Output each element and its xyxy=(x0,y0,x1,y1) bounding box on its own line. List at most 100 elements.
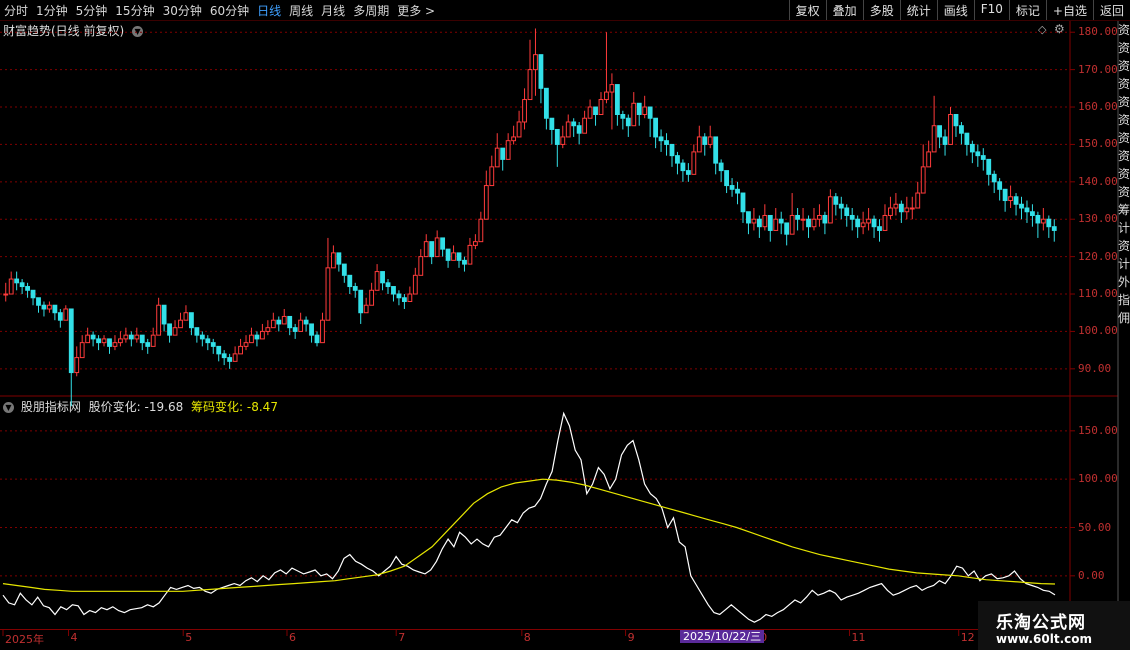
candle xyxy=(1035,211,1041,238)
candle xyxy=(527,39,533,101)
candle xyxy=(751,208,757,231)
watermark: 乐淘公式网 www.60lt.com xyxy=(978,601,1130,650)
candle xyxy=(604,32,609,104)
candle xyxy=(30,289,36,306)
y-tick-label: 140.00 xyxy=(1078,174,1118,188)
candle xyxy=(980,148,986,171)
right-strip-char: 计 xyxy=(1118,221,1130,235)
candle xyxy=(756,215,762,238)
x-tick-label: 7 xyxy=(398,631,406,644)
candle xyxy=(265,320,271,336)
candle xyxy=(849,208,855,231)
candle xyxy=(418,249,424,276)
x-tick-label: 11 xyxy=(851,631,866,644)
candle xyxy=(942,129,948,156)
candle xyxy=(664,133,669,156)
candle xyxy=(221,350,227,366)
candle xyxy=(948,107,953,145)
candle xyxy=(522,88,527,130)
candle xyxy=(554,128,560,167)
candle xyxy=(41,301,47,317)
candle xyxy=(822,211,828,235)
candle xyxy=(767,214,773,242)
kline-chart[interactable] xyxy=(0,0,1130,650)
y-tick-label: 180.00 xyxy=(1078,25,1118,39)
candle xyxy=(396,290,402,306)
candle xyxy=(309,323,314,343)
candle xyxy=(270,312,276,329)
candle xyxy=(407,286,413,302)
right-strip-char: 资 xyxy=(1118,23,1130,37)
right-strip-char: 资 xyxy=(1118,113,1130,127)
candle xyxy=(975,144,981,167)
candle xyxy=(85,327,91,344)
candle xyxy=(90,331,96,347)
candle xyxy=(789,193,795,235)
candle xyxy=(298,312,304,332)
candle xyxy=(625,114,631,137)
y-tick-label: 110.00 xyxy=(1078,287,1118,301)
right-strip-char: 资 xyxy=(1118,185,1130,199)
right-strip-char: 筹 xyxy=(1118,203,1130,217)
candle xyxy=(844,204,850,227)
candle xyxy=(134,327,140,343)
candle xyxy=(227,353,233,369)
candle xyxy=(576,121,582,145)
candle xyxy=(232,346,238,362)
candle xyxy=(330,245,336,269)
candle xyxy=(167,323,172,343)
candle xyxy=(543,87,549,130)
candle xyxy=(778,211,784,235)
right-strip-char: 资 xyxy=(1118,239,1130,253)
candle xyxy=(178,312,183,329)
candle xyxy=(183,305,189,321)
candle xyxy=(36,297,41,313)
candle xyxy=(440,237,446,257)
candle xyxy=(68,308,74,407)
candle xyxy=(1051,219,1057,242)
cursor-date: 2025/10/22/三 xyxy=(680,630,765,643)
right-info-strip: 资资资资资资资资资资筹计资计外指佣 xyxy=(1118,21,1130,629)
candle xyxy=(210,338,216,354)
candle xyxy=(325,237,331,321)
candle xyxy=(860,211,866,235)
candle xyxy=(811,208,817,231)
y-tick-label: 120.00 xyxy=(1078,249,1118,263)
candle xyxy=(838,196,844,220)
candle xyxy=(565,114,571,138)
candle xyxy=(412,267,418,295)
candle xyxy=(647,106,653,137)
right-strip-char: 资 xyxy=(1118,149,1130,163)
candle xyxy=(3,282,9,302)
candle xyxy=(352,282,358,298)
candle xyxy=(1002,188,1008,212)
x-tick-label: 5 xyxy=(185,631,193,644)
candle xyxy=(243,335,249,351)
candle xyxy=(806,215,811,238)
candle xyxy=(888,196,893,220)
candle xyxy=(691,144,697,175)
candle xyxy=(893,193,899,216)
candle xyxy=(593,106,598,126)
candle xyxy=(735,181,740,205)
candle xyxy=(533,28,538,96)
candle xyxy=(287,315,293,336)
candle xyxy=(713,136,719,175)
candle xyxy=(931,95,937,153)
candle xyxy=(762,204,768,231)
candle xyxy=(866,208,872,231)
candle xyxy=(483,170,489,220)
candle xyxy=(347,274,353,295)
candle xyxy=(773,208,779,231)
candle xyxy=(516,110,522,138)
right-strip-char: 指 xyxy=(1118,293,1130,307)
candle xyxy=(25,282,30,298)
right-strip-char: 计 xyxy=(1118,257,1130,271)
candle xyxy=(363,297,369,314)
candle xyxy=(47,301,52,313)
candle xyxy=(14,271,20,291)
candle xyxy=(800,208,806,231)
candle xyxy=(953,114,959,137)
candle xyxy=(139,334,145,351)
right-strip-char: 资 xyxy=(1118,131,1130,145)
